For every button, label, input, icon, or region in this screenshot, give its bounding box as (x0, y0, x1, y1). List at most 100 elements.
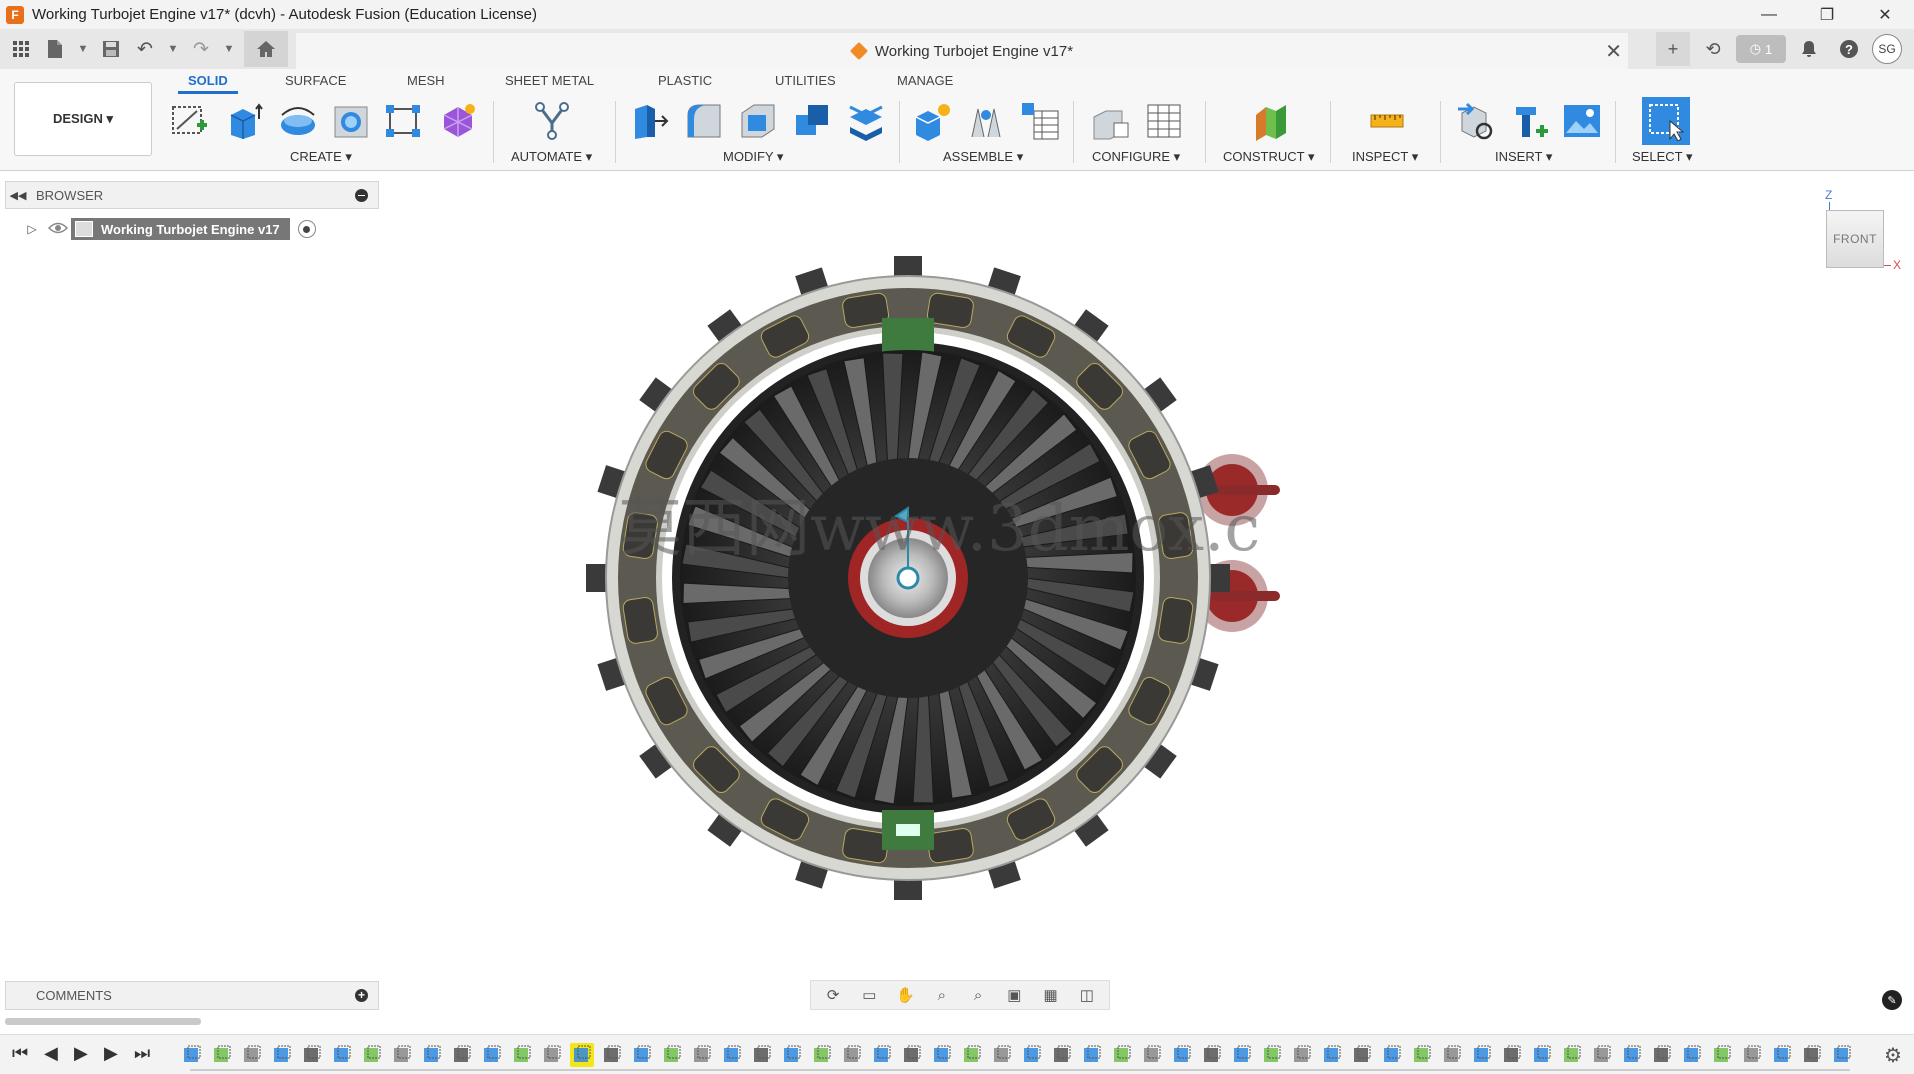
timeline-feature[interactable] (270, 1043, 294, 1067)
press-pull-icon[interactable] (628, 100, 670, 142)
fit-zoom-icon[interactable]: ⌕ (964, 987, 992, 1004)
collapse-panel-icon[interactable]: ◀◀ (6, 189, 30, 202)
timeline-feature[interactable] (540, 1043, 564, 1067)
minimize-button[interactable]: — (1740, 0, 1798, 29)
new-component-icon[interactable] (911, 100, 953, 142)
insert-canvas-icon[interactable] (1561, 100, 1603, 142)
bill-of-materials-icon[interactable] (1019, 100, 1061, 142)
viewcube[interactable]: FRONT (1826, 210, 1884, 268)
timeline-feature[interactable] (360, 1043, 384, 1067)
home-icon[interactable] (244, 31, 288, 67)
new-tab-plus-icon[interactable]: + (1656, 32, 1690, 66)
tab-manage[interactable]: MANAGE (897, 73, 953, 88)
add-comment-icon[interactable]: + (355, 989, 368, 1002)
timeline-feature[interactable] (300, 1043, 324, 1067)
timeline-feature[interactable] (1410, 1043, 1434, 1067)
undo-icon[interactable]: ↶ (128, 32, 162, 66)
joint-icon[interactable] (965, 100, 1007, 142)
viewports-icon[interactable]: ◫ (1073, 986, 1101, 1004)
timeline-feature[interactable] (750, 1043, 774, 1067)
extensions-icon[interactable]: ⟲ (1696, 32, 1730, 66)
offset-plane-icon[interactable] (1249, 100, 1291, 142)
timeline-feature[interactable] (900, 1043, 924, 1067)
timeline-feature[interactable] (480, 1043, 504, 1067)
timeline-feature[interactable] (870, 1043, 894, 1067)
chevron-down-icon[interactable]: ▼ (72, 32, 94, 66)
chevron-down-icon[interactable]: ▼ (218, 32, 240, 66)
timeline-feature[interactable] (1530, 1043, 1554, 1067)
group-create[interactable]: CREATE ▾ (290, 149, 352, 165)
timeline-feature[interactable] (990, 1043, 1014, 1067)
redo-icon[interactable]: ↷ (184, 32, 218, 66)
timeline-feature[interactable] (390, 1043, 414, 1067)
chevron-down-icon[interactable]: ▼ (162, 32, 184, 66)
timeline-feature[interactable] (1680, 1043, 1704, 1067)
configure-icon[interactable] (1089, 100, 1131, 142)
timeline-feature[interactable] (1230, 1043, 1254, 1067)
timeline-feature[interactable] (720, 1043, 744, 1067)
automate-icon[interactable] (531, 100, 573, 142)
close-tab-icon[interactable]: ✕ (1605, 39, 1622, 64)
timeline-feature[interactable] (570, 1043, 594, 1067)
timeline-feature[interactable] (1320, 1043, 1344, 1067)
user-avatar[interactable]: SG (1872, 34, 1902, 64)
extrude-icon[interactable] (222, 100, 264, 142)
tab-utilities[interactable]: UTILITIES (775, 73, 836, 88)
restore-button[interactable]: ❐ (1798, 0, 1856, 29)
job-status-button[interactable]: ◷ 1 (1736, 35, 1786, 63)
zoom-icon[interactable]: ⌕ (928, 987, 956, 1004)
timeline-feature[interactable] (780, 1043, 804, 1067)
timeline-feature[interactable] (1710, 1043, 1734, 1067)
hole-icon[interactable] (330, 100, 372, 142)
configuration-table-icon[interactable] (1143, 100, 1185, 142)
timeline-feature[interactable] (1470, 1043, 1494, 1067)
engine-model[interactable] (586, 256, 1280, 900)
timeline-feature[interactable] (1020, 1043, 1044, 1067)
group-modify[interactable]: MODIFY ▾ (723, 149, 783, 165)
combine-icon[interactable] (791, 100, 833, 142)
visibility-eye-icon[interactable] (45, 221, 71, 238)
select-icon[interactable] (1642, 97, 1690, 145)
offset-face-icon[interactable] (845, 100, 887, 142)
tab-surface[interactable]: SURFACE (285, 73, 346, 88)
timeline-feature[interactable] (1800, 1043, 1824, 1067)
rectangular-pattern-icon[interactable] (382, 100, 424, 142)
data-panel-grid-icon[interactable] (4, 32, 38, 66)
orbit-icon[interactable]: ⟳ (819, 986, 847, 1004)
timeline-feature[interactable] (240, 1043, 264, 1067)
timeline-last-icon[interactable]: ⏭ (134, 1043, 150, 1064)
timeline-feature[interactable] (1260, 1043, 1284, 1067)
workspace-switcher[interactable]: DESIGN ▾ (14, 82, 152, 156)
revolve-icon[interactable] (277, 100, 319, 142)
insert-mcmaster-icon[interactable] (1509, 100, 1551, 142)
timeline-feature[interactable] (1080, 1043, 1104, 1067)
group-insert[interactable]: INSERT ▾ (1495, 149, 1552, 165)
activate-component-radio[interactable] (297, 220, 316, 238)
timeline-feature[interactable] (180, 1043, 204, 1067)
timeline-feature[interactable] (1620, 1043, 1644, 1067)
group-assemble[interactable]: ASSEMBLE ▾ (943, 149, 1023, 165)
timeline-feature[interactable] (420, 1043, 444, 1067)
save-icon[interactable] (94, 32, 128, 66)
timeline-feature[interactable] (1830, 1043, 1854, 1067)
insert-derive-icon[interactable] (1455, 100, 1497, 142)
comments-panel[interactable]: COMMENTS + (5, 981, 379, 1010)
timeline-feature[interactable] (1170, 1043, 1194, 1067)
tab-mesh[interactable]: MESH (407, 73, 445, 88)
timeline-feature[interactable] (510, 1043, 534, 1067)
timeline-feature[interactable] (1290, 1043, 1314, 1067)
group-automate[interactable]: AUTOMATE ▾ (511, 149, 592, 165)
expand-arrow-icon[interactable]: ▷ (19, 222, 45, 236)
timeline-feature[interactable] (1500, 1043, 1524, 1067)
file-menu-icon[interactable] (38, 32, 72, 66)
group-inspect[interactable]: INSPECT ▾ (1352, 149, 1418, 165)
look-at-icon[interactable]: ▭ (855, 986, 883, 1004)
group-construct[interactable]: CONSTRUCT ▾ (1223, 149, 1315, 165)
close-button[interactable]: ✕ (1856, 0, 1914, 29)
timeline-settings-gear-icon[interactable]: ⚙ (1884, 1043, 1902, 1068)
grid-settings-icon[interactable]: ▦ (1037, 986, 1065, 1004)
tab-solid[interactable]: SOLID (178, 73, 238, 94)
timeline-feature[interactable] (1380, 1043, 1404, 1067)
timeline-feature[interactable] (660, 1043, 684, 1067)
timeline-feature[interactable] (330, 1043, 354, 1067)
